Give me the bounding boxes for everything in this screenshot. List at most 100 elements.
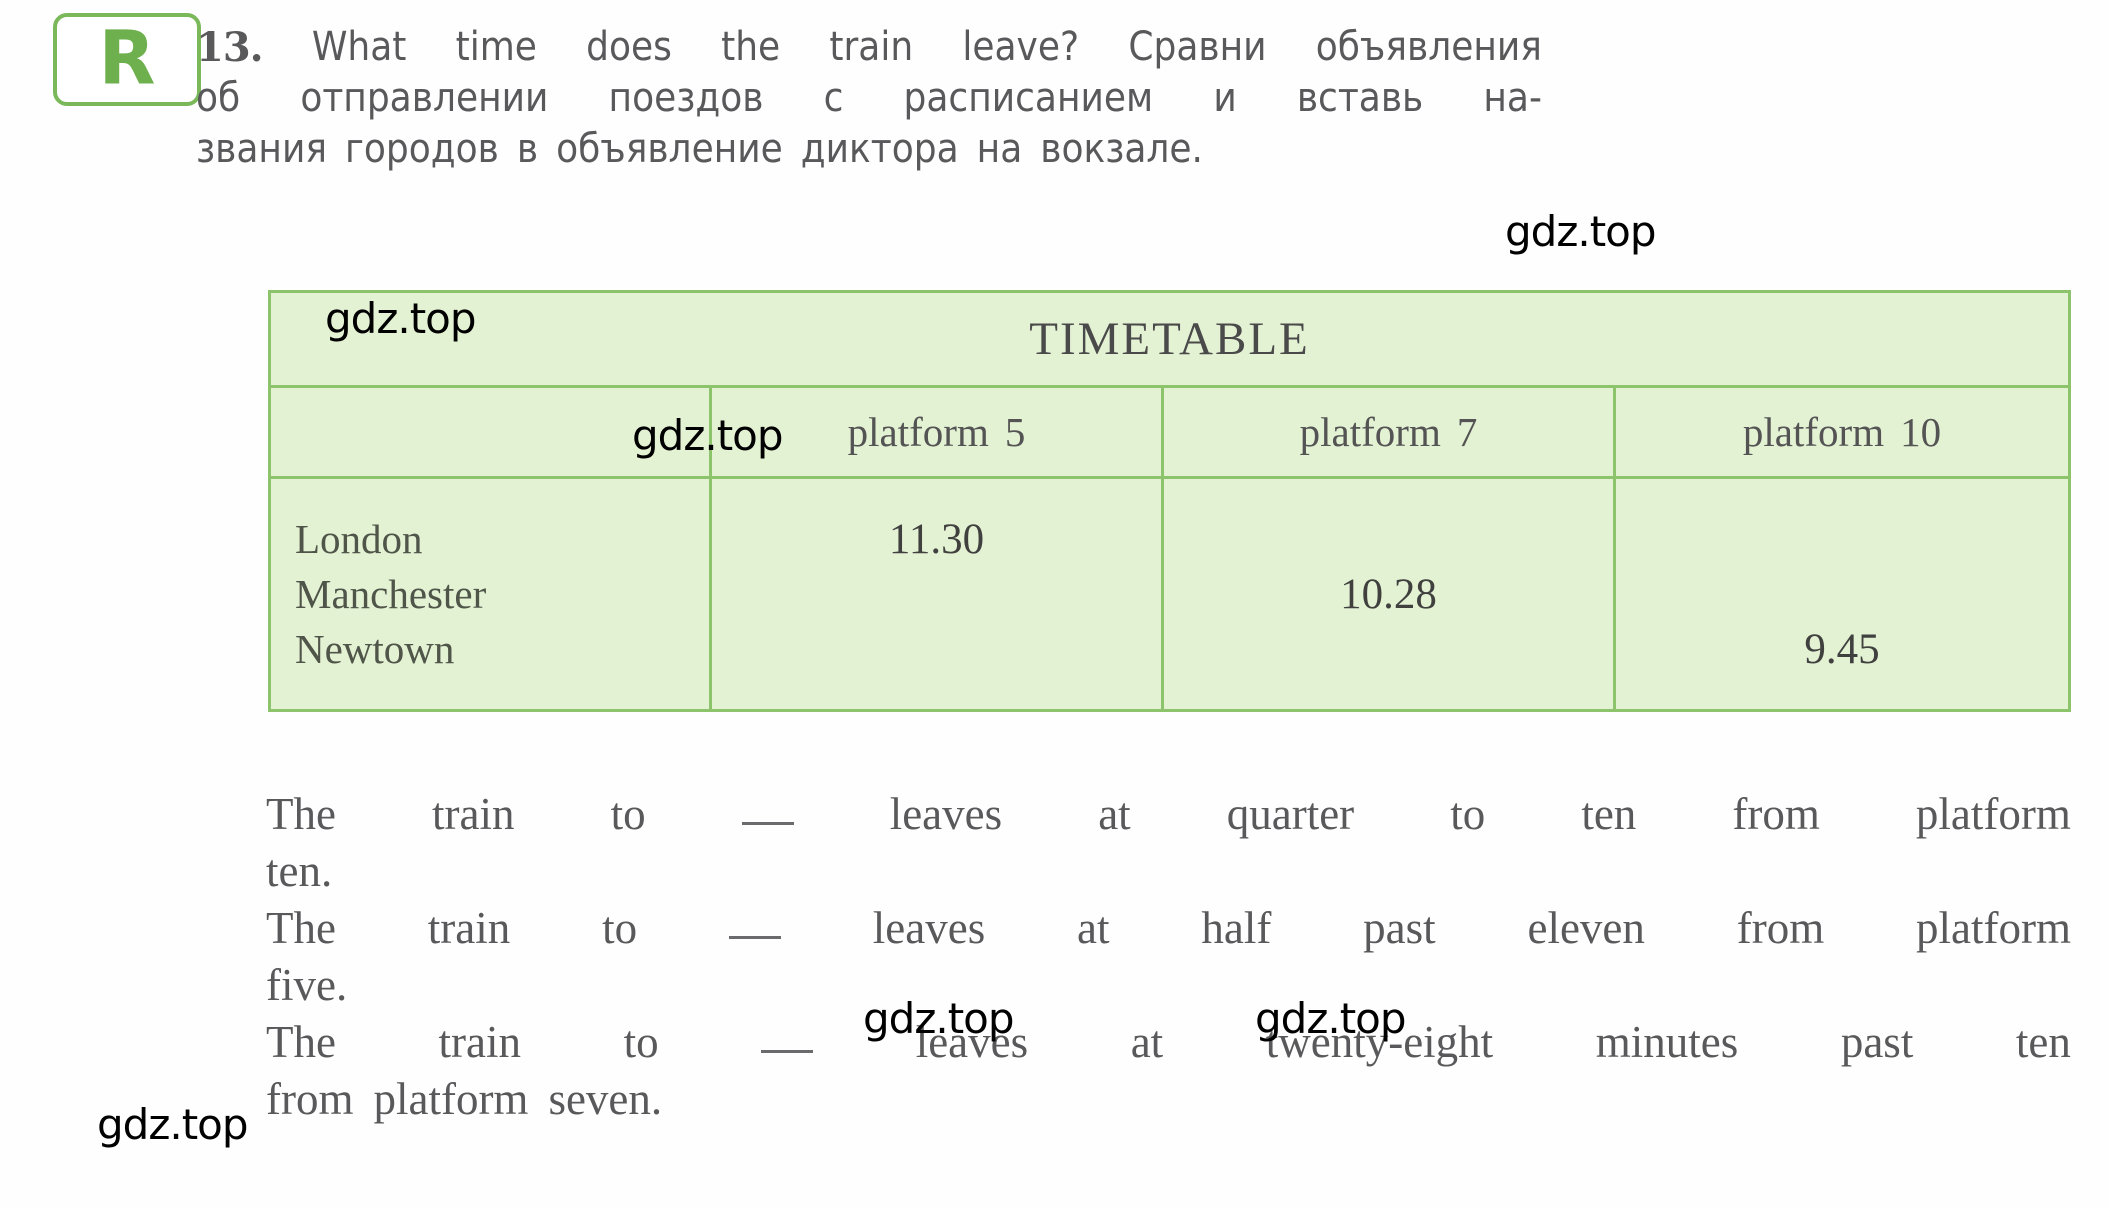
sentence-word: The [266, 1017, 336, 1067]
fill-in-sentences: The train to leaves at quarter to ten from platfo… [266, 786, 2071, 1128]
instruction-word: the [721, 24, 781, 70]
blank-underline[interactable] [728, 910, 781, 939]
instruction-word: диктора [800, 126, 959, 172]
sentence-3-line-1: The train to leaves at twenty-eight minutes pas… [266, 1014, 2071, 1071]
instruction-word: в [516, 126, 539, 172]
city-list: London Manchester Newtown [271, 512, 709, 677]
watermark: gdz.top [1255, 994, 1407, 1043]
sentence-word: from [1736, 903, 1825, 953]
sentence-word: ten. [266, 846, 333, 896]
sentence-2-line-2: five. [266, 957, 2071, 1014]
sentence-1: The train to leaves at quarter to ten from platfo… [266, 786, 2071, 900]
sentence-word: The [266, 903, 336, 953]
resource-badge: R [53, 13, 201, 106]
sentence-word: to [623, 1017, 659, 1067]
letter-r-icon: R [98, 15, 156, 102]
sentence-word: at [1130, 1017, 1164, 1067]
sentence-word: leaves [872, 903, 986, 953]
watermark: gdz.top [863, 994, 1015, 1043]
instruction-line-1: 13. What time does the train leave? Срав… [196, 22, 1542, 73]
sentence-word: seven. [548, 1074, 663, 1124]
sentence-3: The train to leaves at twenty-eight minutes pas… [266, 1014, 2071, 1128]
sentence-word: from [266, 1074, 354, 1124]
sentence-word: from [1732, 789, 1820, 839]
blank-underline[interactable] [761, 1024, 814, 1053]
instruction-word: поездов [608, 75, 764, 121]
platform-label: platform [847, 409, 989, 455]
platform-label: platform [1742, 409, 1885, 455]
instruction-word: объявления [1315, 24, 1542, 70]
instruction-line-3: звания городов в объявление диктора на в… [196, 124, 1542, 175]
sentence-word: quarter [1226, 789, 1355, 839]
timetable-cell-cities: London Manchester Newtown [271, 479, 712, 709]
timetable-header-platform-7: platform 7 [1164, 388, 1616, 476]
instruction-word: does [586, 24, 672, 70]
sentence-word: five. [266, 960, 348, 1010]
sentence-word: ten [1581, 789, 1637, 839]
timetable-title-row: TIMETABLE [271, 293, 2068, 388]
platform-10-times: 9.45 [1616, 512, 2068, 677]
sentence-word: platform [1915, 789, 2071, 839]
blank-underline[interactable] [741, 796, 794, 825]
instruction-word: time [455, 24, 537, 70]
exercise-instructions: 13. What time does the train leave? Срав… [196, 22, 1542, 175]
sentence-3-line-2: from platform seven. [266, 1071, 2071, 1128]
sentence-1-line-2: ten. [266, 843, 2071, 900]
sentence-word: eleven [1527, 903, 1645, 953]
timetable-header-row: platform 5 platform 7 platform 10 [271, 388, 2068, 479]
timetable-title: TIMETABLE [1029, 313, 1310, 365]
sentence-word: train [427, 903, 511, 953]
instruction-word: объявление [556, 126, 783, 172]
timetable-header-platform-10: platform 10 [1616, 388, 2068, 476]
instruction-word: на- [1483, 75, 1542, 121]
answer-blank[interactable] [741, 786, 794, 843]
platform-number: 10 [1900, 409, 1942, 455]
platform-number: 5 [1004, 409, 1026, 455]
instruction-word: городов [344, 126, 499, 172]
platform-5-times: 11.30 [712, 512, 1161, 677]
watermark: gdz.top [97, 1100, 249, 1149]
instruction-word: What [311, 24, 407, 70]
watermark: gdz.top [632, 411, 784, 460]
sentence-word: to [610, 789, 646, 839]
instruction-word: вокзале. [1040, 126, 1203, 172]
departure-time: 10.28 [1340, 570, 1437, 618]
timetable: TIMETABLE platform 5 platform 7 platform 10… [268, 290, 2071, 712]
sentence-word: minutes [1595, 1017, 1739, 1067]
departure-time: 9.45 [1804, 625, 1880, 673]
platform-number: 7 [1456, 409, 1478, 455]
answer-blank[interactable] [761, 1014, 814, 1071]
instruction-word: leave? [962, 24, 1080, 70]
instruction-word: Сравни [1128, 24, 1267, 70]
sentence-word: The [266, 789, 336, 839]
sentence-word: half [1201, 903, 1272, 953]
instruction-word: на [976, 126, 1023, 172]
sentence-word: train [432, 789, 515, 839]
instruction-line-2: об отправлении поездов с расписанием и в… [196, 73, 1542, 124]
sentence-word: platform [373, 1074, 529, 1124]
instruction-word: вставь [1296, 75, 1424, 121]
sentence-word: platform [1916, 903, 2071, 953]
sentence-2: The train to leaves at half past eleven from plat… [266, 900, 2071, 1014]
city-name: London [295, 515, 423, 562]
sentence-2-line-1: The train to leaves at half past eleven from plat… [266, 900, 2071, 957]
sentence-word: to [1450, 789, 1486, 839]
sentence-word: ten [2015, 1017, 2071, 1067]
instruction-word: и [1213, 75, 1237, 121]
sentence-word: to [602, 903, 638, 953]
instruction-word: с [823, 75, 844, 121]
watermark: gdz.top [325, 294, 477, 343]
platform-7-times: 10.28 [1164, 512, 1613, 677]
answer-blank[interactable] [728, 900, 781, 957]
timetable-cell-platform-10: 9.45 [1616, 479, 2068, 709]
instruction-word: train [829, 24, 914, 70]
platform-label: platform [1299, 409, 1441, 455]
timetable-cell-platform-5: 11.30 [712, 479, 1164, 709]
city-name: Newtown [295, 625, 455, 672]
sentence-word: at [1098, 789, 1131, 839]
sentence-1-line-1: The train to leaves at quarter to ten from platfo… [266, 786, 2071, 843]
instruction-word: отправлении [300, 75, 549, 121]
instruction-word: об [196, 75, 241, 121]
sentence-word: train [438, 1017, 521, 1067]
timetable-cell-platform-7: 10.28 [1164, 479, 1616, 709]
